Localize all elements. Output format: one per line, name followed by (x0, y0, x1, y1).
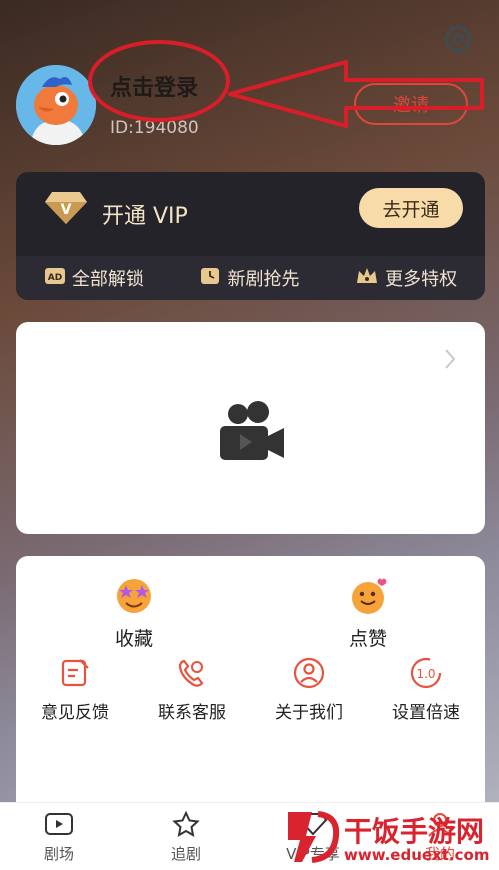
features-card: 收藏 点赞 意见反馈 联系客服 关于我们 1.0 设置倍速 (16, 556, 485, 816)
like-emoji-icon (352, 578, 387, 614)
perk-label: 更多特权 (385, 269, 458, 290)
perk-label: 全部解锁 (71, 269, 144, 290)
favorites-item[interactable]: 收藏 (74, 576, 194, 651)
crown-icon (355, 265, 379, 292)
diamond-icon: V (45, 192, 87, 224)
open-vip-button[interactable]: 去开通 (359, 188, 463, 228)
star-icon (172, 810, 200, 837)
feedback-icon (61, 659, 89, 687)
svg-text:V: V (61, 202, 72, 218)
speed-icon: 1.0 (410, 657, 442, 689)
vip-title: 开通 VIP (102, 204, 188, 229)
ad-icon: AD (44, 265, 66, 292)
about-us-label: 关于我们 (275, 703, 343, 723)
tab-label: 剧场 (43, 845, 74, 863)
annotation-arrow-icon (228, 60, 484, 128)
likes-label: 点赞 (348, 628, 387, 650)
chevron-right-icon[interactable] (443, 348, 457, 370)
playback-speed-item[interactable]: 1.0 设置倍速 (371, 656, 481, 723)
vip-perks-row: AD 全部解锁 新剧抢先 更多特权 (16, 256, 485, 300)
user-icon (293, 657, 325, 689)
perk-label: 新剧抢先 (227, 269, 300, 290)
tab-label: 追剧 (170, 845, 201, 863)
svg-text:AD: AD (48, 273, 62, 283)
watermark-name: 干饭手游网 (344, 815, 485, 848)
feedback-label: 意见反馈 (41, 703, 109, 723)
perk-unlock-all: AD 全部解锁 (44, 265, 144, 292)
watch-history-card[interactable] (16, 322, 485, 534)
perk-early-access: 新剧抢先 (199, 265, 299, 292)
tab-theater[interactable]: 剧场 (14, 811, 104, 864)
settings-gear-icon[interactable] (441, 22, 475, 56)
watermark-logo-icon (288, 811, 340, 863)
favorites-label: 收藏 (114, 628, 153, 650)
phone-icon (178, 659, 204, 687)
feedback-item[interactable]: 意见反馈 (20, 656, 130, 723)
watermark: 干饭手游网 www.eduext.com (282, 806, 492, 866)
customer-service-label: 联系客服 (158, 703, 226, 723)
perk-more-privileges: 更多特权 (355, 265, 457, 292)
vip-card[interactable]: V 开通 VIP 去开通 AD 全部解锁 新剧抢先 更多特权 (16, 172, 485, 300)
avatar[interactable] (16, 65, 96, 145)
tab-following[interactable]: 追剧 (141, 810, 231, 864)
watermark-url: www.eduext.com (344, 846, 490, 864)
about-us-item[interactable]: 关于我们 (254, 656, 364, 723)
favorite-emoji-icon (117, 579, 151, 613)
video-camera-icon (220, 401, 284, 460)
speed-badge: 1.0 (416, 667, 435, 681)
annotation-ellipse (88, 40, 230, 122)
customer-service-item[interactable]: 联系客服 (137, 656, 247, 723)
likes-item[interactable]: 点赞 (308, 576, 428, 651)
playback-speed-label: 设置倍速 (392, 703, 460, 723)
clock-icon (199, 265, 221, 292)
video-icon (45, 813, 73, 835)
